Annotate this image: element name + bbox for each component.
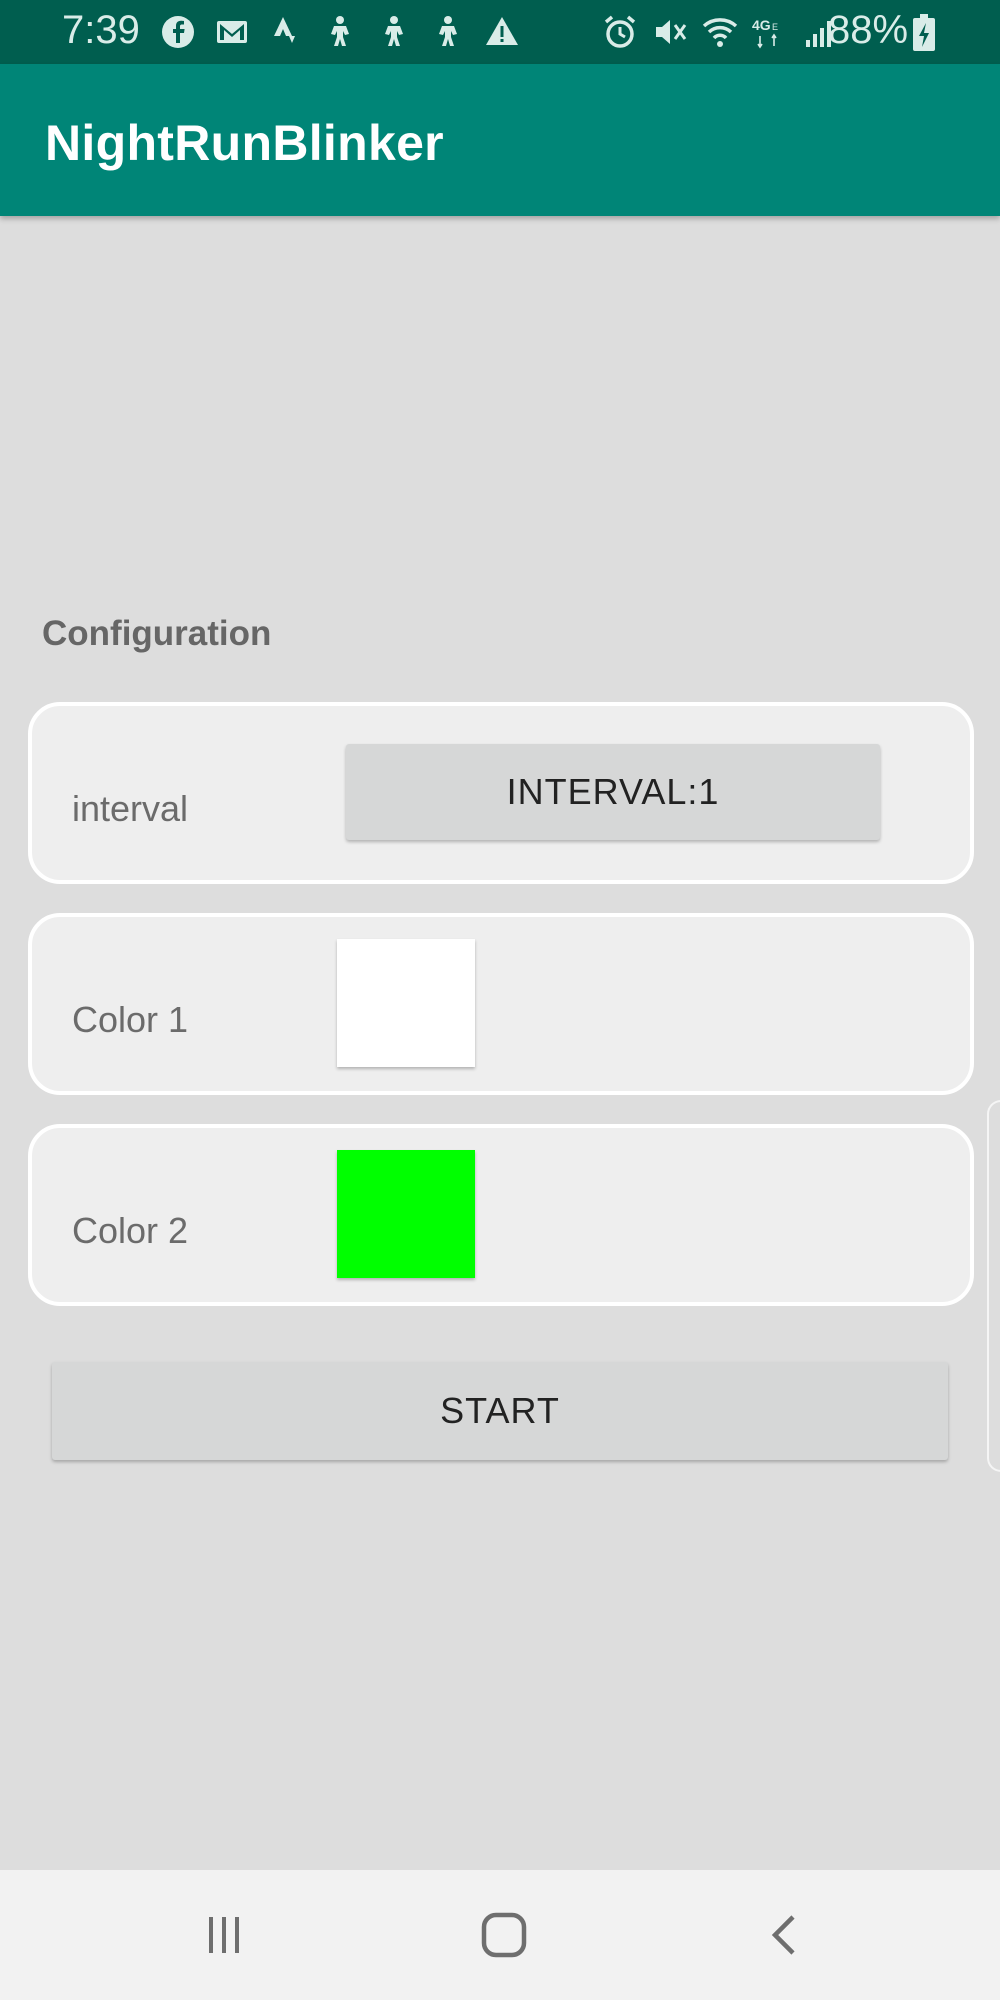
status-time: 7:39: [62, 8, 140, 52]
back-icon: [771, 1915, 795, 1955]
home-icon: [481, 1912, 527, 1958]
figure-icon: [439, 16, 457, 46]
color2-label: Color 2: [72, 1210, 189, 1251]
facebook-icon: [162, 16, 194, 48]
mute-icon: [656, 20, 687, 44]
lte-icon: 4G E: [752, 17, 778, 49]
home-button[interactable]: [464, 1900, 544, 1970]
app-title: NightRunBlinker: [45, 115, 444, 171]
navigation-bar: [0, 1870, 1000, 2000]
figure-icon: [331, 16, 349, 46]
svg-text:4G: 4G: [752, 17, 771, 33]
status-bar: 7:39 4G E 88%: [0, 0, 1000, 64]
section-title: Configuration: [42, 614, 272, 653]
color2-swatch[interactable]: [337, 1150, 475, 1278]
color1-swatch[interactable]: [337, 939, 475, 1067]
start-button[interactable]: START: [52, 1362, 948, 1460]
svg-text:E: E: [772, 22, 778, 32]
back-button[interactable]: [744, 1900, 824, 1970]
warning-icon: [486, 17, 518, 45]
color1-card: Color 1: [28, 913, 974, 1095]
wifi-icon: [702, 18, 738, 47]
recents-icon: [209, 1917, 239, 1953]
strava-icon: [274, 17, 295, 43]
recents-button[interactable]: [184, 1900, 264, 1970]
figure-icon: [385, 16, 403, 46]
app-bar: NightRunBlinker: [0, 64, 1000, 216]
gmail-icon: [217, 21, 247, 43]
color1-label: Color 1: [72, 999, 189, 1040]
notification-icons: [158, 12, 522, 52]
interval-card: interval INTERVAL:1: [28, 702, 974, 884]
battery-percent: 88%: [828, 8, 909, 52]
alarm-icon: [604, 15, 636, 48]
color2-card: Color 2: [28, 1124, 974, 1306]
edge-panel-handle[interactable]: [987, 1100, 1000, 1472]
interval-button[interactable]: INTERVAL:1: [346, 744, 880, 840]
battery-charging-icon: [913, 14, 935, 51]
system-icons: 4G E: [600, 12, 840, 52]
interval-label: interval: [72, 788, 189, 829]
